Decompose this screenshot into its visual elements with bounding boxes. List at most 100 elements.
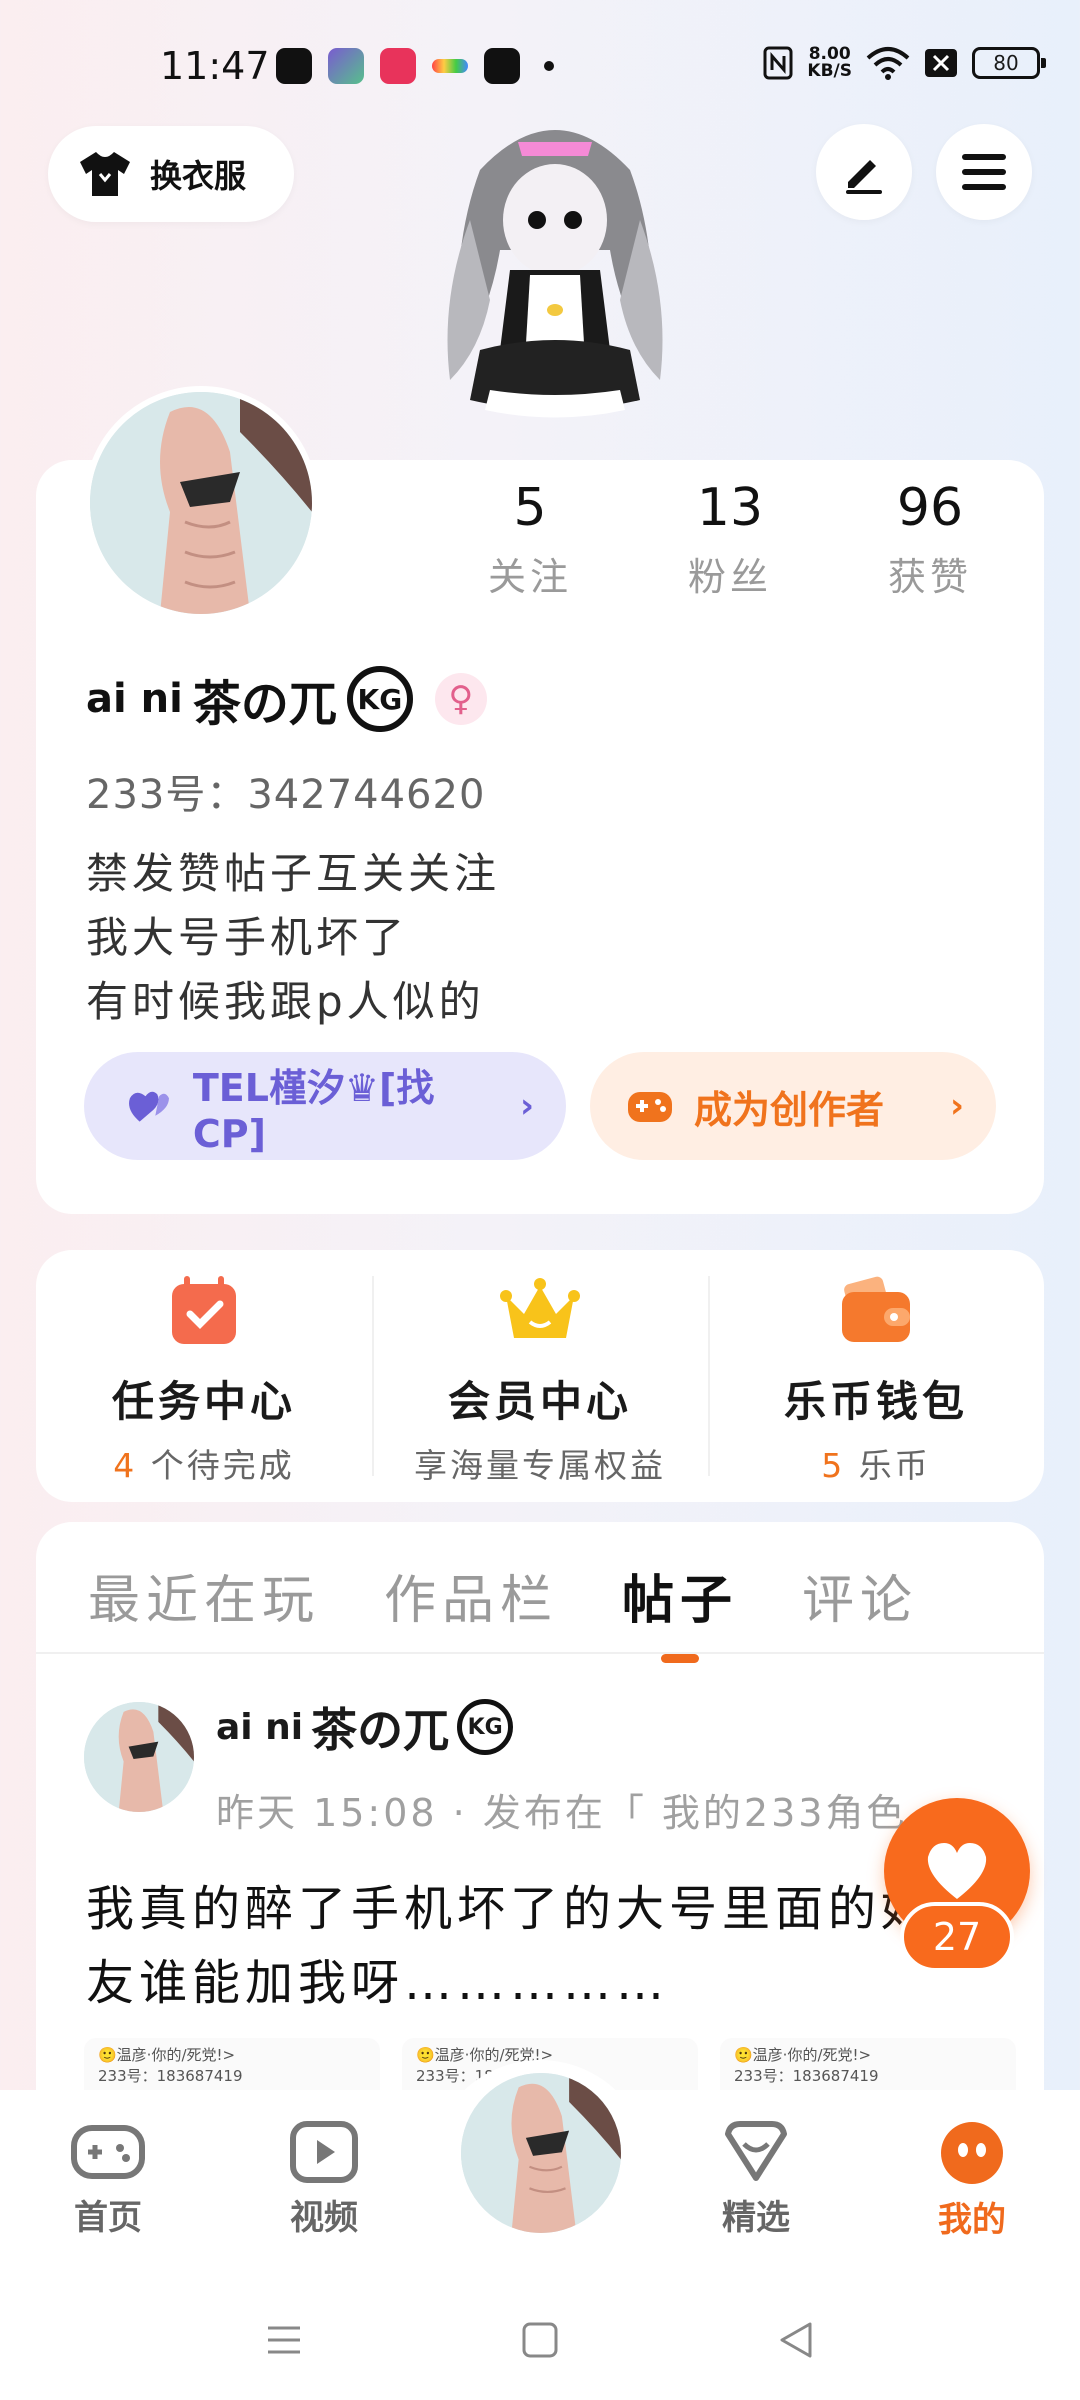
nav-featured[interactable]: 精选: [696, 2120, 816, 2239]
game-app-icon: [328, 48, 364, 84]
edit-profile-button[interactable]: [816, 124, 912, 220]
post-thumbnail[interactable]: 🙂温彦·你的/死党!> 233号：183687419: [720, 2038, 1016, 2098]
calendar-check-icon: [172, 1276, 236, 1344]
bio-line: 我大号手机坏了: [86, 913, 409, 962]
nav-center-avatar[interactable]: [456, 2068, 626, 2238]
pending-count: 4: [113, 1446, 138, 1485]
bio-line: 禁发赞帖子互关关注: [86, 849, 501, 898]
username-main: 茶の兀: [192, 676, 337, 732]
coin-count: 5: [821, 1446, 846, 1485]
home-square-icon[interactable]: [520, 2320, 560, 2360]
thumb-id: 233号：183687419: [734, 2067, 879, 2085]
profile-username: ai ni 茶の兀 KG ♀: [86, 664, 487, 734]
nav-mine[interactable]: 我的: [912, 2120, 1032, 2241]
no-sim-icon: [925, 49, 957, 77]
change-outfit-button[interactable]: 换衣服: [48, 126, 294, 222]
vip-center-item[interactable]: 会员中心 享海量专属权益: [372, 1250, 708, 1502]
tiktok-app-icon: [276, 48, 312, 84]
nav-home[interactable]: 首页: [48, 2120, 168, 2239]
quick-subtitle: 5 乐币: [821, 1439, 931, 1487]
stat-label: 粉丝: [687, 555, 772, 599]
tab-recent-played[interactable]: 最近在玩: [88, 1558, 320, 1633]
notification-icons: [276, 48, 554, 84]
stat-following[interactable]: 5 关注: [440, 478, 620, 601]
video-play-icon: [290, 2121, 358, 2183]
pencil-icon: [846, 160, 882, 194]
quick-subtitle-text: 乐币: [845, 1446, 931, 1485]
system-navigation-bar: [0, 2280, 1080, 2400]
nav-video[interactable]: 视频: [264, 2120, 384, 2239]
net-speed-unit: KB/S: [807, 61, 852, 81]
menu-button[interactable]: [936, 124, 1032, 220]
stat-label: 关注: [487, 555, 572, 599]
post-thumbnail[interactable]: 🙂温彦·你的/死党!> 233号：183687419: [84, 2038, 380, 2098]
post-author-name[interactable]: ai ni 茶の兀 KG: [216, 1694, 514, 1760]
nav-featured-label: 精选: [722, 2198, 790, 2238]
post-text[interactable]: 我真的醉了手机坏了的大号里面的好友谁能加我呀……………: [86, 1872, 946, 2020]
female-gender-icon: ♀: [434, 673, 487, 725]
stat-value: 96: [896, 478, 964, 538]
heart-diamond-icon: [725, 2121, 787, 2181]
heart-icon: [927, 1843, 987, 1899]
user-id[interactable]: 233号：342744620: [86, 762, 485, 820]
nav-home-label: 首页: [74, 2198, 142, 2238]
back-triangle-icon[interactable]: [776, 2320, 816, 2360]
chevron-right-icon: ›: [519, 1086, 534, 1126]
username-prefix: ai ni: [86, 676, 183, 722]
gamepad-nav-icon: [71, 2125, 145, 2179]
nav-mine-label: 我的: [938, 2200, 1006, 2240]
tab-works[interactable]: 作品栏: [384, 1558, 558, 1633]
profile-tabs: 最近在玩 作品栏 帖子 评论: [88, 1558, 918, 1633]
author-prefix: ai ni: [216, 1706, 304, 1748]
profile-stats: 5 关注 13 粉丝 96 获赞: [440, 478, 1020, 601]
status-time: 11:47: [160, 44, 270, 88]
nav-video-label: 视频: [290, 2198, 358, 2238]
thumb-id: 233号：183687419: [98, 2067, 243, 2085]
hamburger-menu-icon: [962, 154, 1006, 190]
tab-posts[interactable]: 帖子: [622, 1558, 738, 1633]
post-author-avatar[interactable]: [84, 1702, 194, 1812]
wallet-icon: [842, 1276, 910, 1342]
tab-comments[interactable]: 评论: [802, 1558, 918, 1633]
recent-apps-icon[interactable]: [264, 2320, 304, 2360]
avatar-character-illustration[interactable]: [410, 100, 700, 470]
quick-actions-card: 任务中心 4 个待完成 会员中心 享海量专属权益 乐币钱包 5 乐币: [36, 1250, 1044, 1502]
become-creator-label: 成为创作者: [694, 1087, 885, 1132]
quick-subtitle-text: 个待完成: [137, 1446, 295, 1485]
kg-badge-icon: KG: [346, 666, 413, 732]
profile-avatar[interactable]: [84, 386, 318, 620]
post-meta: 昨天 15:08 · 发布在「 我的233角色: [216, 1791, 908, 1835]
network-speed: 8.00 KB/S: [807, 46, 852, 80]
stat-value: 5: [513, 478, 547, 538]
chevron-right-icon: ›: [949, 1086, 964, 1126]
quick-title: 任务中心: [111, 1377, 296, 1426]
rainbow-app-icon: [432, 59, 468, 73]
gamepad-icon: [628, 1092, 672, 1122]
become-creator-button[interactable]: 成为创作者 ›: [590, 1052, 996, 1160]
avatar-portrait-image: [90, 392, 312, 614]
stat-value: 13: [696, 478, 764, 538]
change-outfit-label: 换衣服: [150, 157, 247, 195]
crown-icon: [500, 1278, 580, 1338]
avatar-portrait-image: [461, 2073, 621, 2233]
tabs-divider: [36, 1652, 1044, 1654]
cp-button-label: TEL槿汐♛[找CP]: [192, 1065, 435, 1156]
stat-followers[interactable]: 13 粉丝: [640, 478, 820, 601]
wallet-item[interactable]: 乐币钱包 5 乐币: [708, 1250, 1044, 1502]
thumb-name: 🙂温彦·你的/死党!>: [734, 2046, 872, 2064]
avatar-portrait-image: [84, 1702, 194, 1812]
bio-line: 有时候我跟p人似的: [86, 977, 485, 1026]
shopping-app-icon: [380, 48, 416, 84]
face-mine-icon: [941, 2122, 1003, 2184]
stat-label: 获赞: [887, 555, 972, 599]
quick-subtitle: 享海量专属权益: [414, 1439, 666, 1487]
quick-subtitle-text: 享海量专属权益: [414, 1446, 666, 1485]
stat-likes[interactable]: 96 获赞: [840, 478, 1020, 601]
task-center-item[interactable]: 任务中心 4 个待完成: [36, 1250, 372, 1502]
nfc-icon: [763, 46, 793, 80]
cp-button[interactable]: TEL槿汐♛[找CP] ›: [84, 1052, 566, 1160]
tiktok-lite-app-icon: [484, 48, 520, 84]
hearts-icon: [129, 1091, 169, 1122]
quick-subtitle: 4 个待完成: [113, 1439, 295, 1487]
tshirt-icon: [80, 152, 130, 196]
